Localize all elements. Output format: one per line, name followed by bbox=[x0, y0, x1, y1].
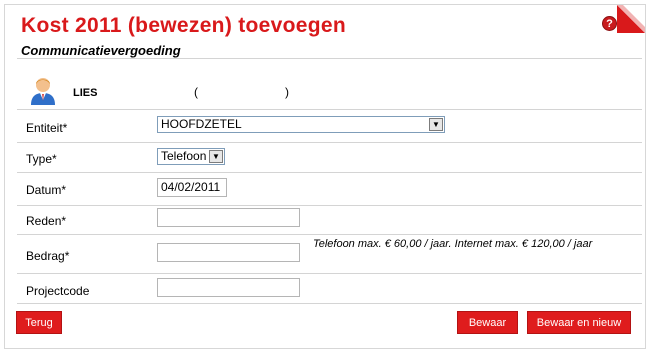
entiteit-select[interactable]: HOOFDZETEL ▼ bbox=[157, 116, 445, 133]
user-extra-info: ( ) bbox=[194, 85, 289, 99]
header-divider bbox=[17, 58, 642, 59]
projectcode-label: Projectcode bbox=[26, 284, 90, 298]
bedrag-label: Bedrag* bbox=[26, 249, 70, 263]
row-divider bbox=[17, 234, 642, 235]
entiteit-value: HOOFDZETEL bbox=[161, 117, 242, 131]
dialog-frame: Kost 2011 (bewezen) toevoegen Communicat… bbox=[4, 4, 646, 349]
user-name: LIES bbox=[73, 87, 98, 99]
row-divider bbox=[17, 303, 642, 304]
save-button[interactable]: Bewaar bbox=[457, 311, 518, 334]
row-divider bbox=[17, 172, 642, 173]
page-title: Kost 2011 (bewezen) toevoegen bbox=[21, 14, 346, 37]
reden-input[interactable] bbox=[157, 208, 300, 227]
row-divider bbox=[17, 142, 642, 143]
bedrag-input[interactable] bbox=[157, 243, 300, 262]
chevron-down-icon[interactable]: ▼ bbox=[209, 150, 223, 163]
bedrag-hint: Telefoon max. € 60,00 / jaar. Internet m… bbox=[313, 238, 593, 250]
back-button[interactable]: Terug bbox=[16, 311, 62, 334]
reden-label: Reden* bbox=[26, 214, 67, 228]
save-and-new-button[interactable]: Bewaar en nieuw bbox=[527, 311, 631, 334]
close-paren: ) bbox=[285, 85, 289, 99]
open-paren: ( bbox=[194, 85, 198, 99]
row-divider bbox=[17, 109, 642, 110]
datum-label: Datum* bbox=[26, 183, 67, 197]
user-avatar-icon bbox=[31, 78, 55, 105]
page-fold-icon bbox=[617, 5, 645, 33]
page-subtitle: Communicatievergoeding bbox=[21, 43, 181, 58]
entiteit-label: Entiteit* bbox=[26, 121, 68, 135]
type-label: Type* bbox=[26, 152, 57, 166]
type-select[interactable]: Telefoon ▼ bbox=[157, 148, 225, 165]
help-icon[interactable]: ? bbox=[602, 16, 617, 31]
row-divider bbox=[17, 205, 642, 206]
row-divider bbox=[17, 273, 642, 274]
projectcode-input[interactable] bbox=[157, 278, 300, 297]
datum-input[interactable]: 04/02/2011 bbox=[157, 178, 227, 197]
chevron-down-icon[interactable]: ▼ bbox=[429, 118, 443, 131]
type-value: Telefoon bbox=[161, 149, 207, 163]
